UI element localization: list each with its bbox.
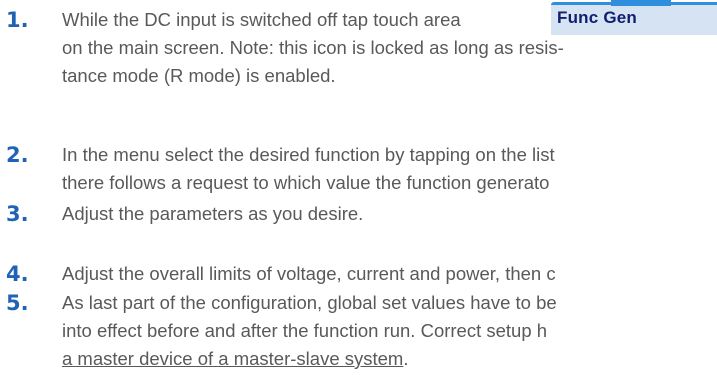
step-line: there follows a request to which value t… <box>62 172 550 193</box>
step-number: 3. <box>6 202 29 226</box>
step-line: In the menu select the desired function … <box>62 144 555 165</box>
step-text: In the menu select the desired function … <box>62 141 717 197</box>
step-line: into effect before and after the functio… <box>62 320 548 341</box>
step-text: As last part of the configuration, globa… <box>62 289 717 373</box>
step-line: tance mode (R mode) is enabled. <box>62 65 336 86</box>
link-trailing-period: . <box>403 348 409 369</box>
step-line: As last part of the configuration, globa… <box>62 292 557 313</box>
func-gen-icon-tab <box>611 0 671 6</box>
step-number: 5. <box>6 291 29 315</box>
step-line: Adjust the overall limits of voltage, cu… <box>62 263 556 284</box>
step-number: 4. <box>6 262 29 286</box>
step-line-link: a master device of a master-slave system… <box>62 345 717 373</box>
step-number: 2. <box>6 143 29 167</box>
step-line: on the main screen. Note: this icon is l… <box>62 37 564 58</box>
func-gen-icon[interactable]: Func Gen <box>551 0 717 35</box>
step-text: Adjust the parameters as you desire. <box>62 200 717 228</box>
func-gen-icon-label: Func Gen <box>557 8 637 27</box>
step-text: Adjust the overall limits of voltage, cu… <box>62 260 717 288</box>
master-slave-link[interactable]: a master device of a master-slave system <box>62 348 403 369</box>
step-line: Adjust the parameters as you desire. <box>62 203 364 224</box>
step-number: 1. <box>6 8 29 32</box>
